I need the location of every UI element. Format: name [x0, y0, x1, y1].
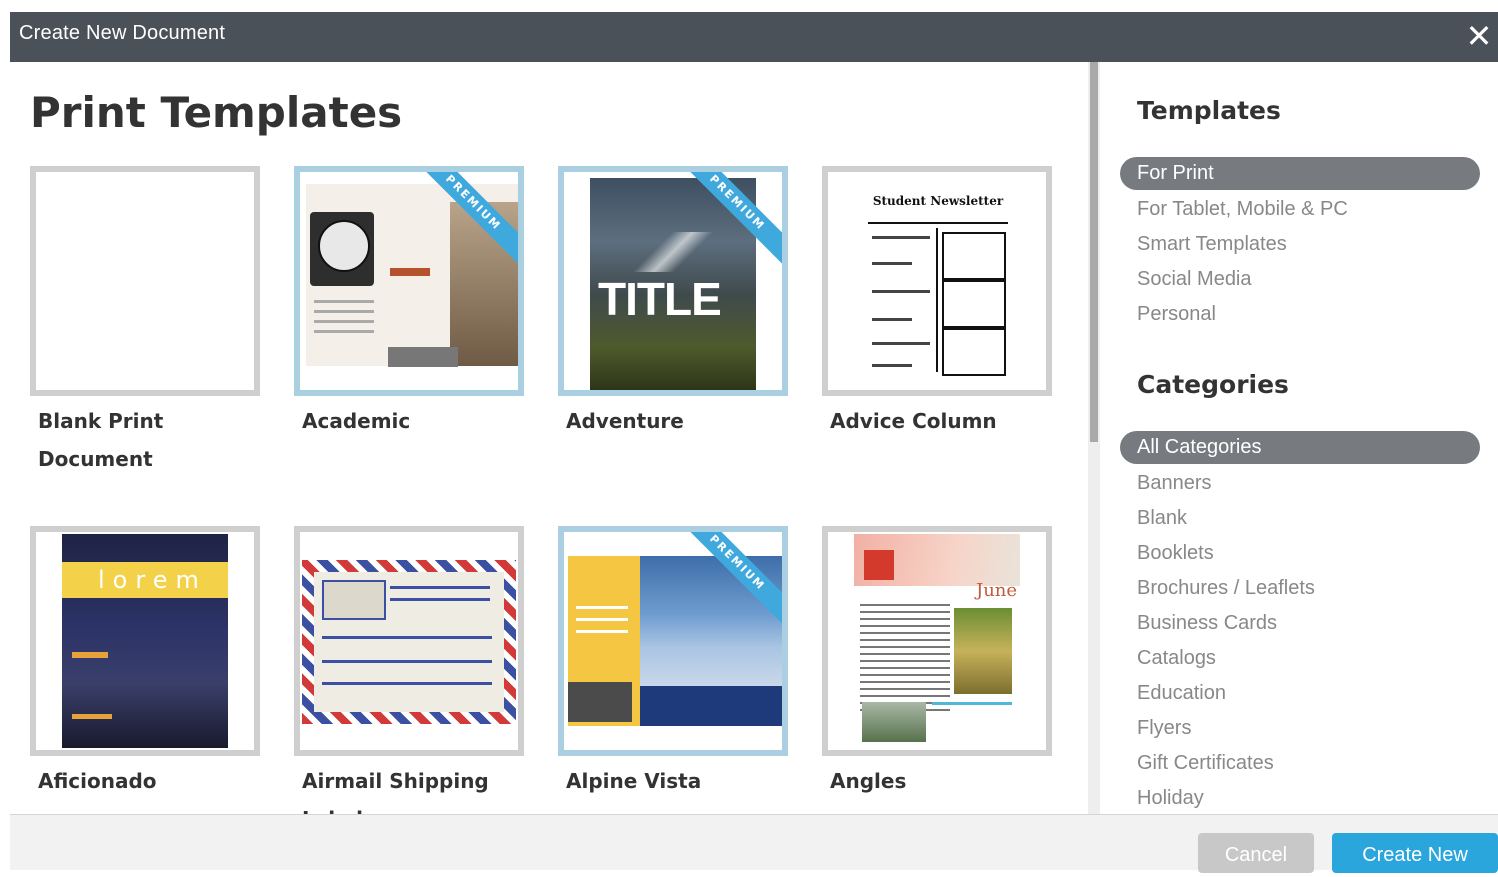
- dialog-title: Create New Document: [19, 22, 226, 44]
- category-education[interactable]: Education: [1137, 682, 1226, 705]
- category-blank[interactable]: Blank: [1137, 507, 1187, 530]
- template-label: Academic: [302, 409, 411, 433]
- dialog-footer: Cancel Create New: [10, 814, 1498, 873]
- template-label: Airmail Shipping Label: [302, 769, 489, 814]
- template-thumbnail[interactable]: TITLE PREMIUM: [558, 166, 788, 396]
- category-booklets[interactable]: Booklets: [1137, 542, 1214, 565]
- newsletter-masthead: Student Newsletter: [872, 194, 1004, 208]
- template-label: Angles: [830, 769, 907, 793]
- template-label: Blank Print Document: [38, 409, 164, 471]
- scrollbar-thumb[interactable]: [1090, 62, 1098, 442]
- templates-heading: Templates: [1137, 96, 1281, 125]
- category-brochures-leaflets[interactable]: Brochures / Leaflets: [1137, 577, 1315, 600]
- sidebar-item-for-tablet-mobile-pc[interactable]: For Tablet, Mobile & PC: [1137, 198, 1348, 221]
- template-gallery: Print Templates Blank Print Document PRE…: [10, 62, 1088, 814]
- adventure-title-text: TITLE: [598, 273, 722, 325]
- category-all-categories[interactable]: All Categories: [1120, 431, 1480, 464]
- template-thumbnail[interactable]: PREMIUM: [558, 526, 788, 756]
- category-holiday[interactable]: Holiday: [1137, 787, 1204, 810]
- category-flyers[interactable]: Flyers: [1137, 717, 1191, 740]
- categories-heading: Categories: [1137, 370, 1289, 399]
- category-banners[interactable]: Banners: [1137, 472, 1212, 495]
- template-thumbnail[interactable]: June: [822, 526, 1052, 756]
- aficionado-title-text: lorem: [98, 566, 207, 594]
- template-label: Advice Column: [830, 409, 997, 433]
- template-thumbnail[interactable]: [294, 526, 524, 756]
- sidebar-item-personal[interactable]: Personal: [1137, 303, 1216, 326]
- logo-icon: [864, 550, 894, 580]
- dialog-titlebar: Create New Document ✕: [10, 12, 1498, 62]
- create-new-button[interactable]: Create New: [1332, 833, 1498, 873]
- template-label: Aficionado: [38, 769, 157, 793]
- template-thumbnail[interactable]: PREMIUM: [294, 166, 524, 396]
- category-business-cards[interactable]: Business Cards: [1137, 612, 1277, 635]
- angles-month-text: June: [976, 580, 1018, 601]
- filter-sidebar: Templates For Print For Tablet, Mobile &…: [1100, 62, 1498, 814]
- sidebar-item-smart-templates[interactable]: Smart Templates: [1137, 233, 1287, 256]
- category-catalogs[interactable]: Catalogs: [1137, 647, 1216, 670]
- template-thumbnail[interactable]: [30, 166, 260, 396]
- gallery-scrollbar[interactable]: [1088, 62, 1100, 814]
- close-icon[interactable]: ✕: [1462, 18, 1496, 54]
- template-thumbnail[interactable]: Student Newsletter: [822, 166, 1052, 396]
- category-gift-certificates[interactable]: Gift Certificates: [1137, 752, 1274, 775]
- template-label: Adventure: [566, 409, 684, 433]
- template-thumbnail[interactable]: lorem: [30, 526, 260, 756]
- cancel-button[interactable]: Cancel: [1198, 833, 1314, 873]
- template-label: Alpine Vista: [566, 769, 702, 793]
- page-title: Print Templates: [30, 88, 403, 137]
- sidebar-item-social-media[interactable]: Social Media: [1137, 268, 1252, 291]
- sidebar-item-for-print[interactable]: For Print: [1120, 157, 1480, 190]
